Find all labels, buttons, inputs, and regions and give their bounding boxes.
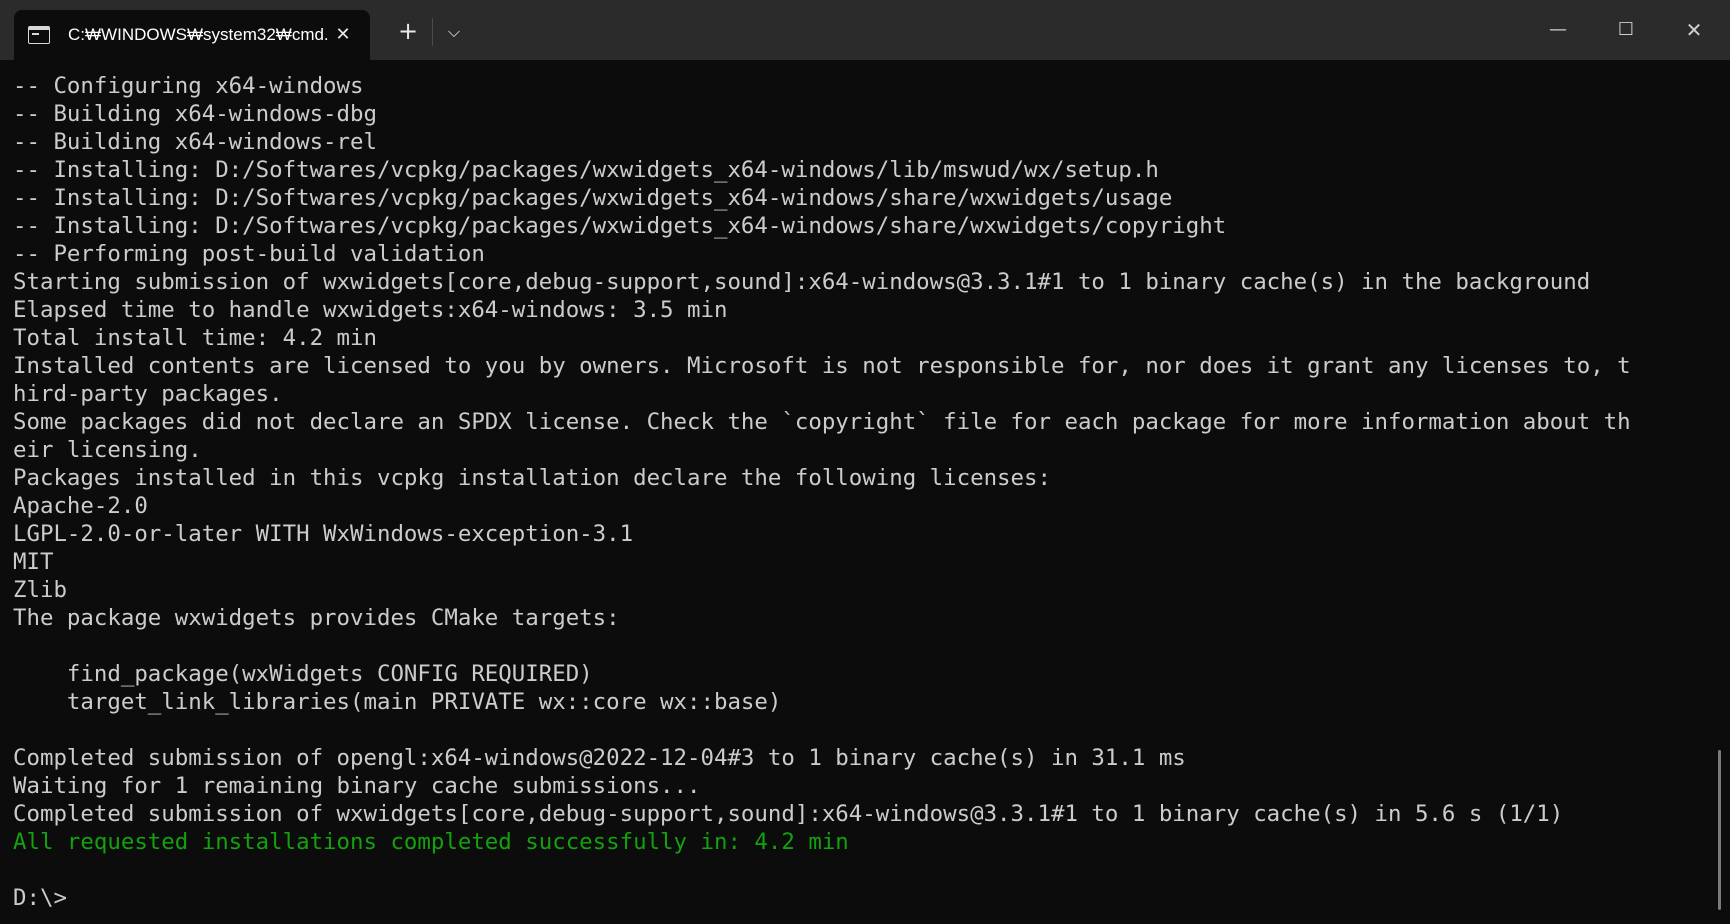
console-line: Total install time: 4.2 min [13,325,377,351]
console-line: find_package(wxWidgets CONFIG REQUIRED) [13,661,593,687]
console-line: Completed submission of opengl:x64-windo… [13,745,1186,771]
tab-title: C:₩WINDOWS₩system32₩cmd.exe [68,25,328,44]
console-line: MIT [13,549,54,575]
new-tab-button[interactable]: + [392,16,424,48]
console-line: Completed submission of wxwidgets[core,d… [13,801,1564,827]
console-line: Installed contents are licensed to you b… [13,353,1631,379]
console-line: -- Installing: D:/Softwares/vcpkg/packag… [13,157,1159,183]
console-line: Packages installed in this vcpkg install… [13,465,1051,491]
console-line: hird-party packages. [13,381,283,407]
console-line: Some packages did not declare an SPDX li… [13,409,1631,435]
maximize-button[interactable]: ☐ [1594,0,1658,60]
console-line: -- Performing post-build validation [13,241,485,267]
console-line: LGPL-2.0-or-later WITH WxWindows-excepti… [13,521,634,547]
tab-separator [432,18,433,46]
console-line: All requested installations completed su… [13,829,849,855]
console-line: Starting submission of wxwidgets[core,de… [13,269,1591,295]
close-window-button[interactable]: ✕ [1662,0,1726,60]
console-line: Waiting for 1 remaining binary cache sub… [13,773,701,799]
console-output[interactable]: -- Configuring x64-windows -- Building x6… [0,60,1714,924]
console-line: The package wxwidgets provides CMake tar… [13,605,620,631]
scrollbar-thumb[interactable] [1718,750,1721,910]
console-line: Elapsed time to handle wxwidgets:x64-win… [13,297,728,323]
console-line: Zlib [13,577,67,603]
tab-cmd[interactable]: C:₩WINDOWS₩system32₩cmd.exe ✕ [14,10,370,60]
console-line: -- Configuring x64-windows [13,73,364,99]
tab-dropdown-button[interactable]: ⌵ [440,18,468,46]
console-line: -- Installing: D:/Softwares/vcpkg/packag… [13,185,1173,211]
console-line: target_link_libraries(main PRIVATE wx::c… [13,689,782,715]
console-line: -- Building x64-windows-dbg [13,101,377,127]
command-prompt: D:\> [13,885,67,911]
terminal-icon [28,26,50,44]
console-line: -- Installing: D:/Softwares/vcpkg/packag… [13,213,1227,239]
console-line: eir licensing. [13,437,202,463]
console-line: Apache-2.0 [13,493,148,519]
tab-close-button[interactable]: ✕ [330,22,356,48]
title-bar: C:₩WINDOWS₩system32₩cmd.exe ✕ + ⌵ — ☐ ✕ [0,0,1730,60]
minimize-button[interactable]: — [1526,0,1590,60]
console-line: -- Building x64-windows-rel [13,129,377,155]
